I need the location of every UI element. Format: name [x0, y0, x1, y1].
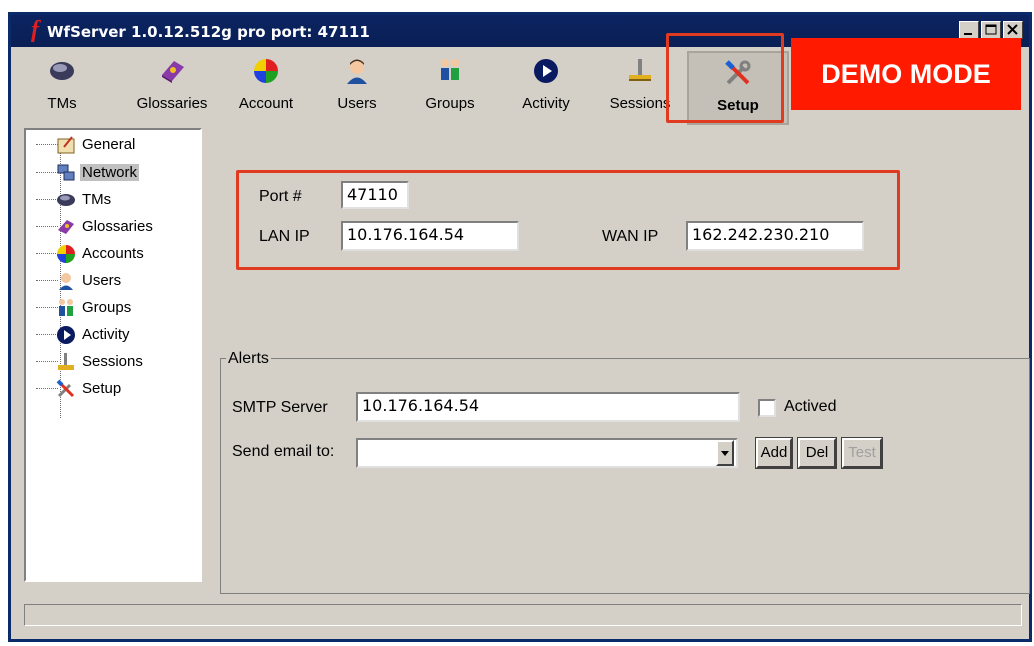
send-email-label: Send email to: [232, 443, 335, 460]
tms-icon [50, 62, 74, 80]
glossaries-icon [58, 220, 74, 234]
send-email-dropdown-button[interactable] [716, 440, 734, 466]
accounts-icon [57, 245, 75, 263]
network-icon [57, 164, 75, 181]
add-button[interactable]: Add [755, 437, 793, 469]
toolbar-groups-label: Groups [425, 95, 475, 112]
setup-icon [56, 379, 75, 398]
test-button[interactable]: Test [841, 437, 883, 469]
toolbar-groups-button[interactable]: Groups [415, 51, 485, 125]
port-input[interactable]: 47110 [341, 181, 409, 209]
alerts-title: Alerts [226, 350, 271, 368]
app-logo: f [31, 17, 39, 43]
maximize-button[interactable] [981, 21, 1001, 39]
toolbar-account-label: Account [238, 95, 294, 112]
network-highlight-box [236, 170, 900, 270]
sessions-icon [629, 59, 651, 81]
sessions-icon [58, 353, 74, 370]
del-button[interactable]: Del [797, 437, 837, 469]
toolbar-tms-label: TMs [47, 95, 77, 112]
toolbar-glossaries-label: Glossaries [136, 95, 208, 112]
smtp-server-label: SMTP Server [232, 399, 328, 416]
wan-ip-label: WAN IP [602, 228, 659, 245]
settings-tree: General Network TMs Glossaries Accounts … [24, 128, 202, 582]
toolbar-users-label: Users [337, 95, 377, 112]
close-button[interactable] [1003, 21, 1023, 39]
wan-ip-input[interactable]: 162.242.230.210 [686, 221, 864, 251]
lan-ip-input[interactable]: 10.176.164.54 [341, 221, 519, 251]
activity-icon [57, 326, 75, 344]
window-title: WfServer 1.0.12.512g pro port: 47111 [47, 23, 370, 41]
groups-icon [59, 299, 73, 316]
actived-label: Actived [784, 398, 837, 415]
toolbar-glossaries-button[interactable]: Glossaries [125, 51, 219, 125]
toolbar-users-button[interactable]: Users [329, 51, 385, 125]
users-icon [347, 59, 367, 84]
lan-ip-label: LAN IP [259, 228, 310, 245]
users-icon [59, 273, 73, 290]
toolbar-activity-button[interactable]: Activity [511, 51, 581, 125]
smtp-server-input[interactable]: 10.176.164.54 [356, 392, 740, 422]
minimize-icon [964, 33, 972, 35]
minimize-button[interactable] [959, 21, 979, 39]
toolbar-activity-label: Activity [522, 95, 570, 112]
demo-mode-banner: DEMO MODE [791, 38, 1021, 110]
close-icon [1007, 24, 1018, 35]
status-bar [24, 604, 1022, 626]
general-icon [57, 136, 75, 154]
tms-icon [57, 194, 75, 206]
actived-checkbox[interactable] [758, 399, 776, 417]
port-label: Port # [259, 188, 302, 205]
toolbar-account-button[interactable]: Account [231, 51, 301, 125]
activity-icon [534, 59, 558, 83]
account-icon [254, 59, 278, 83]
groups-icon [441, 59, 459, 80]
chevron-down-icon [721, 451, 729, 456]
glossaries-icon [162, 61, 184, 83]
maximize-icon [985, 24, 997, 35]
setup-highlight-box [666, 33, 784, 123]
send-email-select[interactable] [356, 438, 738, 468]
window-controls [959, 21, 1023, 39]
toolbar-tms-button[interactable]: TMs [37, 51, 87, 125]
